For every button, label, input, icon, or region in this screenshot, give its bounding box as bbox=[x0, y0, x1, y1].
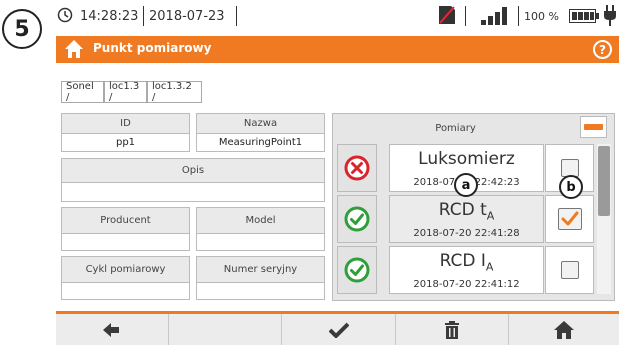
signal-strength-icon bbox=[481, 7, 507, 25]
home-button[interactable] bbox=[509, 314, 619, 345]
model-value bbox=[197, 234, 324, 250]
status-cell bbox=[337, 144, 377, 192]
status-date: 2018-07-23 bbox=[149, 9, 225, 24]
measurement-date: 2018-07-20 22:41:12 bbox=[413, 279, 520, 290]
checkbox-cell[interactable] bbox=[545, 246, 594, 294]
serial-label: Numer seryjny bbox=[197, 257, 324, 283]
measurement-item[interactable]: RCD IA 2018-07-20 22:41:12 bbox=[389, 246, 544, 294]
pass-icon bbox=[344, 257, 370, 283]
minus-icon bbox=[584, 124, 603, 130]
scrollbar-track[interactable] bbox=[597, 144, 611, 294]
empty-button bbox=[169, 314, 281, 345]
checkmark-icon bbox=[561, 211, 578, 226]
select-checkbox[interactable] bbox=[560, 261, 579, 279]
serial-field[interactable]: Numer seryjny bbox=[196, 256, 325, 300]
status-separator bbox=[465, 6, 466, 26]
confirm-check-icon bbox=[328, 322, 349, 338]
status-separator bbox=[518, 6, 519, 26]
step-number: 5 bbox=[14, 16, 30, 42]
home-icon bbox=[554, 320, 574, 339]
breadcrumb-item[interactable]: Sonel / bbox=[61, 81, 104, 103]
back-button[interactable] bbox=[56, 314, 168, 345]
status-cell bbox=[337, 195, 377, 243]
id-field[interactable]: ID pp1 bbox=[61, 113, 190, 152]
collapse-button[interactable] bbox=[580, 116, 607, 138]
name-label: Nazwa bbox=[197, 114, 324, 134]
select-checkbox-checked[interactable] bbox=[557, 208, 582, 230]
status-time: 14:28:23 bbox=[80, 9, 139, 24]
back-arrow-icon bbox=[103, 322, 119, 337]
callout-b: b bbox=[559, 175, 583, 199]
description-field[interactable]: Opis bbox=[61, 158, 325, 202]
page-title: Punkt pomiarowy bbox=[93, 41, 212, 55]
serial-value bbox=[197, 283, 324, 299]
breadcrumb-item[interactable]: loc1.3.2 / bbox=[147, 81, 202, 103]
measurement-name: RCD IA bbox=[439, 251, 494, 274]
model-label: Model bbox=[197, 208, 324, 234]
model-field[interactable]: Model bbox=[196, 207, 325, 251]
measurements-header: Pomiary bbox=[435, 122, 476, 134]
cycle-label: Cykl pomiarowy bbox=[62, 257, 189, 283]
status-cell bbox=[337, 246, 377, 294]
description-label: Opis bbox=[62, 159, 324, 183]
trash-icon bbox=[445, 320, 459, 339]
measurement-name: RCD tA bbox=[438, 200, 495, 223]
id-value: pp1 bbox=[115, 137, 136, 148]
name-field[interactable]: Nazwa MeasuringPoint1 bbox=[196, 113, 325, 152]
measurement-item[interactable]: RCD tA 2018-07-20 22:41:28 bbox=[389, 195, 544, 243]
id-label: ID bbox=[62, 114, 189, 134]
step-number-badge: 5 bbox=[2, 9, 42, 49]
status-separator bbox=[236, 6, 237, 26]
clock-icon bbox=[57, 7, 73, 23]
producer-field[interactable]: Producent bbox=[61, 207, 190, 251]
cycle-value bbox=[62, 283, 189, 299]
scrollbar-thumb[interactable] bbox=[598, 146, 610, 216]
producer-label: Producent bbox=[62, 208, 189, 234]
checkbox-cell[interactable] bbox=[545, 195, 594, 243]
measurement-name: Luksomierz bbox=[418, 149, 515, 169]
measurement-date: 2018-07-20 22:41:28 bbox=[413, 228, 520, 239]
breadcrumb-item[interactable]: loc1.3 / bbox=[104, 81, 147, 103]
producer-value bbox=[62, 234, 189, 250]
callout-a: a bbox=[454, 173, 478, 197]
home-icon[interactable] bbox=[64, 39, 84, 59]
confirm-button[interactable] bbox=[282, 314, 395, 345]
power-plug-icon bbox=[604, 5, 616, 26]
fail-icon bbox=[344, 155, 370, 181]
pass-icon bbox=[344, 206, 370, 232]
description-value bbox=[62, 183, 324, 201]
name-value: MeasuringPoint1 bbox=[218, 137, 303, 148]
cycle-field[interactable]: Cykl pomiarowy bbox=[61, 256, 190, 300]
battery-icon bbox=[569, 9, 599, 23]
battery-percent: 100 % bbox=[524, 10, 559, 23]
delete-button[interactable] bbox=[396, 314, 508, 345]
help-icon[interactable]: ? bbox=[593, 40, 612, 59]
sd-card-icon bbox=[439, 6, 455, 24]
status-separator bbox=[143, 6, 144, 26]
